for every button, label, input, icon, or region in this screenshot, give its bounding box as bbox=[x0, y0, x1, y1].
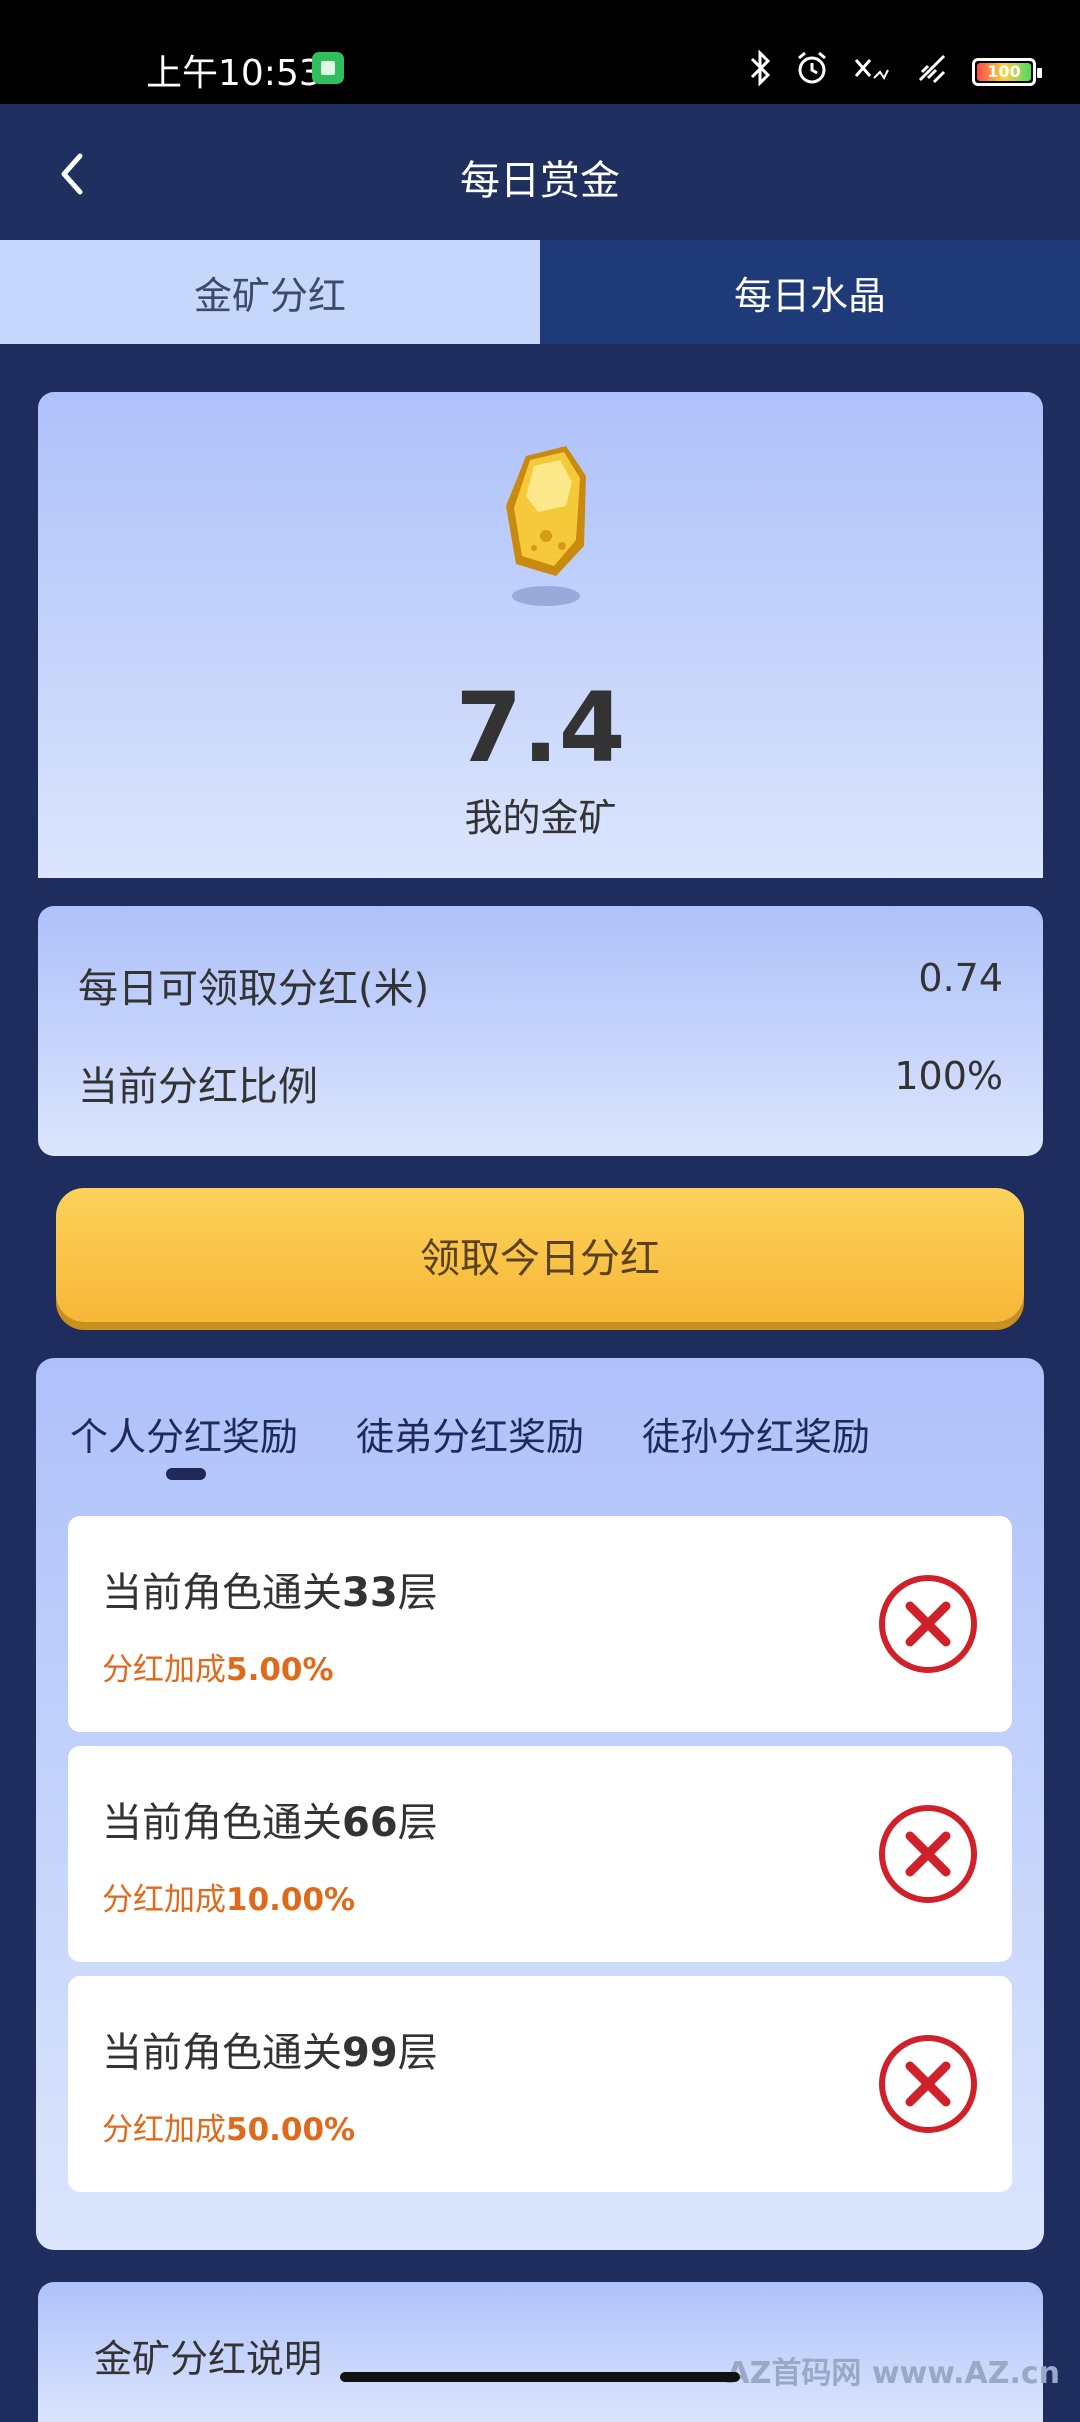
wifi-off-icon bbox=[914, 50, 950, 93]
list-item: 当前角色通关99层 分红加成50.00% bbox=[68, 1976, 1012, 2192]
watermark: AZ首码网 www.AZ.cn bbox=[726, 2356, 1060, 2391]
not-completed-icon bbox=[879, 1575, 977, 1673]
reward-condition: 当前角色通关99层 bbox=[102, 2030, 438, 2076]
tab-gold-mine-dividend[interactable]: 金矿分红 bbox=[0, 240, 540, 344]
daily-dividend-value: 0.74 bbox=[918, 956, 1003, 1000]
dividend-ratio-value: 100% bbox=[894, 1054, 1003, 1098]
battery-icon: 100 bbox=[972, 57, 1042, 86]
list-item: 当前角色通关33层 分红加成5.00% bbox=[68, 1516, 1012, 1732]
no-signal-icon bbox=[852, 50, 892, 93]
list-item: 当前角色通关66层 分红加成10.00% bbox=[68, 1746, 1012, 1962]
reward-condition: 当前角色通关66层 bbox=[102, 1800, 438, 1846]
reward-condition: 当前角色通关33层 bbox=[102, 1570, 438, 1616]
status-bar: 上午10:53 100 bbox=[0, 0, 1080, 104]
gold-mine-summary-card: 7.4 我的金矿 bbox=[38, 392, 1043, 878]
app-notification-icon bbox=[312, 52, 344, 84]
alarm-icon bbox=[794, 50, 830, 93]
title-bar: 每日赏金 bbox=[0, 104, 1080, 240]
tab-grand-apprentice-rewards[interactable]: 徒孙分红奖励 bbox=[642, 1406, 870, 1461]
tab-daily-crystal[interactable]: 每日水晶 bbox=[540, 240, 1080, 344]
tab-apprentice-rewards[interactable]: 徒弟分红奖励 bbox=[356, 1406, 584, 1461]
dividend-ratio-row: 当前分红比例 100% bbox=[78, 1054, 1003, 1112]
reward-bonus: 分红加成10.00% bbox=[102, 1882, 356, 1918]
page-title: 每日赏金 bbox=[460, 158, 620, 204]
reward-bonus: 分红加成50.00% bbox=[102, 2112, 356, 2148]
tab-personal-rewards[interactable]: 个人分红奖励 bbox=[70, 1406, 298, 1461]
battery-level: 100 bbox=[987, 62, 1021, 81]
explanation-title: 金矿分红说明 bbox=[94, 2337, 323, 2381]
dividend-ratio-label: 当前分红比例 bbox=[78, 1064, 318, 1110]
daily-dividend-label: 每日可领取分红(米) bbox=[78, 966, 430, 1012]
not-completed-icon bbox=[879, 1805, 977, 1903]
main-tabs: 金矿分红 每日水晶 bbox=[0, 240, 1080, 344]
gold-nugget-icon bbox=[506, 446, 586, 606]
claim-dividend-button[interactable]: 领取今日分红 bbox=[56, 1188, 1024, 1322]
home-indicator[interactable] bbox=[340, 2372, 740, 2382]
rewards-card: 个人分红奖励 徒弟分红奖励 徒孙分红奖励 当前角色通关33层 分红加成5.00%… bbox=[36, 1358, 1044, 2250]
dividend-info-card: 每日可领取分红(米) 0.74 当前分红比例 100% bbox=[38, 906, 1043, 1156]
active-tab-indicator bbox=[166, 1468, 206, 1480]
reward-bonus: 分红加成5.00% bbox=[102, 1652, 334, 1688]
bluetooth-icon bbox=[748, 49, 772, 93]
daily-dividend-row: 每日可领取分红(米) 0.74 bbox=[78, 956, 1003, 1014]
status-icons: 100 bbox=[748, 49, 1042, 93]
status-time: 上午10:53 bbox=[146, 53, 322, 94]
gold-mine-label: 我的金矿 bbox=[464, 796, 617, 840]
not-completed-icon bbox=[879, 2035, 977, 2133]
gold-mine-value: 7.4 bbox=[455, 672, 626, 784]
